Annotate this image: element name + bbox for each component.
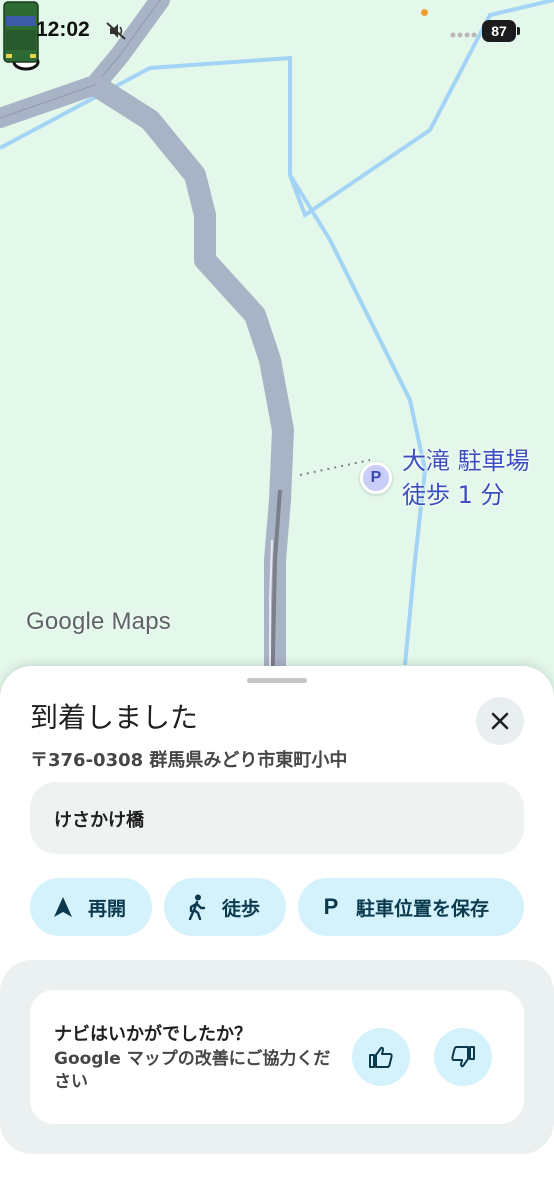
parking-walk-time: 徒歩 1 分	[402, 481, 505, 509]
parking-label[interactable]: 大滝 駐車場 徒歩 1 分	[402, 444, 530, 512]
walking-person-icon	[184, 894, 210, 920]
resume-button[interactable]: 再開	[30, 878, 152, 936]
mute-icon	[106, 22, 126, 40]
drag-handle[interactable]	[247, 678, 307, 683]
battery-nub	[517, 27, 520, 35]
save-parking-label: 駐車位置を保存	[356, 897, 490, 920]
map-canvas	[0, 0, 554, 700]
save-parking-button[interactable]: P 駐車位置を保存	[298, 878, 524, 936]
close-icon	[491, 712, 509, 730]
place-card[interactable]: けさかけ橋	[30, 782, 524, 854]
google-maps-attribution: Google Maps	[26, 608, 171, 635]
battery-icon: 87	[482, 20, 516, 42]
parking-pin-icon[interactable]: P	[360, 462, 392, 494]
thumbs-up-icon	[369, 1046, 393, 1068]
destination-address: 〒376-0308 群馬県みどり市東町小中	[30, 750, 348, 771]
resume-label: 再開	[88, 897, 127, 920]
arrival-sheet: 到着しました 〒376-0308 群馬県みどり市東町小中 けさかけ橋 再開 徒歩…	[0, 666, 554, 1199]
arrival-title: 到着しました	[30, 701, 199, 734]
place-name: けさかけ橋	[54, 810, 144, 831]
walking-button[interactable]: 徒歩	[164, 878, 286, 936]
feedback-section: ナビはいかがでしたか？ Google マップの改善にご協力ください	[0, 960, 554, 1154]
feedback-subtitle: Google マップの改善にご協力ください	[54, 1049, 331, 1092]
status-bar: 12:02 87	[0, 0, 554, 62]
status-time: 12:02	[36, 18, 90, 41]
walking-label: 徒歩	[222, 897, 261, 920]
thumbs-down-button[interactable]	[434, 1028, 492, 1086]
map-view[interactable]: P 大滝 駐車場 徒歩 1 分 Google Maps	[0, 0, 554, 700]
parking-icon: P	[323, 894, 339, 919]
signal-icon	[450, 32, 477, 38]
thumbs-up-button[interactable]	[352, 1028, 410, 1086]
close-button[interactable]	[476, 697, 524, 745]
parking-name: 大滝 駐車場	[402, 447, 530, 475]
privacy-indicator-dot	[421, 9, 428, 16]
feedback-title: ナビはいかがでしたか？	[54, 1024, 252, 1045]
feedback-card: ナビはいかがでしたか？ Google マップの改善にご協力ください	[30, 990, 524, 1124]
navigation-arrow-icon	[50, 894, 76, 920]
thumbs-down-icon	[451, 1046, 475, 1068]
